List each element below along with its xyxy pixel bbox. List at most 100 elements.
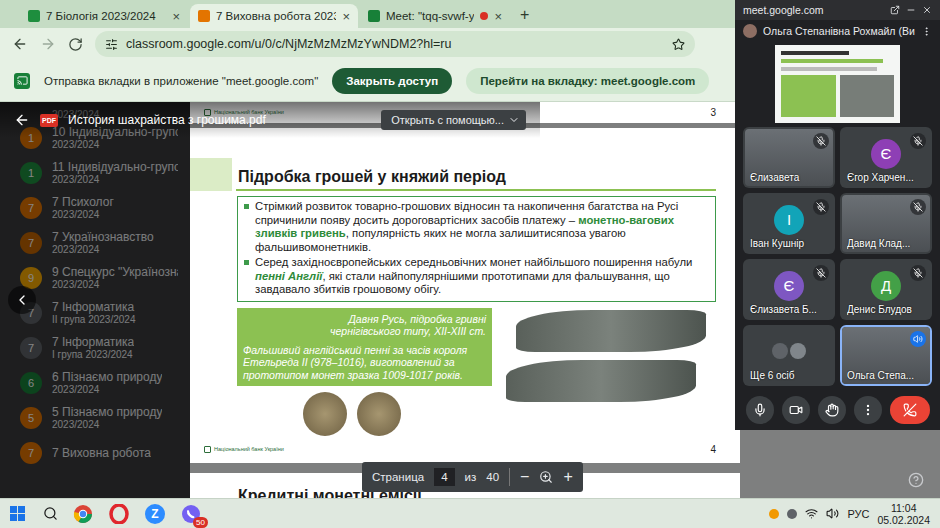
language-indicator[interactable]: РУС: [847, 508, 869, 520]
opera-icon: [109, 504, 129, 524]
mic-button[interactable]: [746, 396, 774, 424]
reload-icon[interactable]: [68, 37, 83, 52]
bank-logo: Національний банк України: [204, 446, 284, 453]
start-button[interactable]: [10, 506, 25, 521]
tray-app-icon[interactable]: [769, 509, 779, 519]
participant-tile[interactable]: Єлизавета: [743, 127, 835, 188]
tray-app-icon[interactable]: [787, 509, 797, 519]
more-icon[interactable]: [921, 26, 932, 37]
participant-name: Денис Блудов: [847, 304, 926, 315]
participant-tile[interactable]: Давид Клад...: [840, 193, 932, 254]
browser-tab[interactable]: Meet: "tqq-svwf-yak"×: [360, 4, 510, 28]
mic-off-icon: [816, 136, 826, 146]
tab-favicon-icon: [28, 10, 40, 22]
infobar-button[interactable]: Закрыть доступ: [332, 68, 452, 94]
zoom-out-button[interactable]: −: [520, 469, 529, 485]
participant-tile[interactable]: ЄЄлизавета Б...: [743, 259, 835, 320]
zoom-in-button[interactable]: +: [563, 469, 572, 485]
participant-tile[interactable]: ІІван Кушнір: [743, 193, 835, 254]
dropdown-icon: [508, 114, 520, 126]
opera-app[interactable]: [108, 503, 130, 525]
page-input[interactable]: 4: [434, 468, 454, 486]
zoom-icon: [539, 470, 553, 484]
close-icon[interactable]: [922, 5, 932, 15]
muted-badge: [813, 133, 829, 149]
pdf-page: Підробка грошей у княжий період Стрімкий …: [190, 128, 740, 463]
address-bar[interactable]: classroom.google.com/u/0/c/NjMzMzMzMzYwN…: [95, 31, 695, 57]
tab-close-button[interactable]: ×: [172, 9, 180, 24]
chrome-icon: [73, 504, 93, 524]
browser-tab[interactable]: 7 Виховна робота 2023/20×: [190, 4, 358, 28]
speaking-badge: [910, 331, 926, 347]
participant-name: Давид Клад...: [847, 238, 926, 249]
help-icon: [908, 472, 924, 488]
muted-badge: [813, 265, 829, 281]
presenter-row: Ольга Степанівна Рохмайл (Ви (п...: [735, 20, 940, 42]
grivna-photo: [502, 308, 716, 437]
search-icon[interactable]: [43, 506, 58, 521]
tab-favicon-icon: [368, 10, 380, 22]
back-to-tab-icon[interactable]: [890, 5, 900, 15]
clock[interactable]: 11:0405.02.2024: [877, 502, 930, 526]
bullet: Стрімкий розвиток товарно-грошових відно…: [244, 200, 709, 254]
end-button[interactable]: [890, 396, 930, 424]
bullet-icon: [244, 204, 249, 209]
more-button[interactable]: [854, 396, 882, 424]
pdf-file-icon: PDF: [40, 114, 58, 127]
more-avatars: [772, 343, 806, 359]
page-number: 3: [710, 107, 716, 118]
infobar-text: Отправка вкладки в приложение "meet.goog…: [44, 75, 318, 87]
end-call-icon: [903, 403, 917, 417]
pdf-title: История шахрайства з грошима.pdf: [68, 113, 371, 127]
forward-icon[interactable]: [40, 36, 56, 52]
participant-avatar: Д: [871, 271, 901, 301]
site-info-icon[interactable]: [105, 38, 118, 51]
speaking-icon: [913, 334, 923, 344]
muted-badge: [910, 199, 926, 215]
new-tab-button[interactable]: +: [512, 6, 537, 28]
minimize-icon[interactable]: [906, 5, 916, 15]
infobar-button[interactable]: Перейти на вкладку: meet.google.com: [466, 68, 709, 94]
page-controls: Страница4из40−+: [362, 462, 583, 492]
page-number: 4: [710, 444, 716, 455]
camera-button[interactable]: [782, 396, 810, 424]
browser-tab[interactable]: 7 Біологія 2023/2024×: [20, 4, 188, 28]
notification-badge: 50: [193, 517, 208, 528]
mic-off-icon: [816, 202, 826, 212]
participant-tile[interactable]: ЄЄгор Харчен...: [840, 127, 932, 188]
participant-grid: Єлизавета ЄЄгор Харчен...ІІван Кушнір Дави…: [735, 127, 940, 386]
wifi-icon[interactable]: [805, 507, 818, 520]
help-button[interactable]: [908, 472, 924, 488]
muted-badge: [813, 199, 829, 215]
participant-tile[interactable]: Ольга Степа...: [840, 325, 932, 386]
screen: 7 Біологія 2023/2024×7 Виховна робота 20…: [0, 0, 940, 528]
participant-tile[interactable]: Д Денис Блудов: [840, 259, 932, 320]
tab-close-button[interactable]: ×: [494, 9, 502, 24]
more-icon: [861, 403, 875, 417]
title-band: [190, 158, 232, 191]
zoom-icon: Z: [145, 504, 165, 524]
participant-name: Єлизавета: [750, 172, 829, 183]
participant-tile[interactable]: Ще 6 осіб: [743, 325, 835, 386]
tab-close-button[interactable]: ×: [342, 9, 350, 24]
zoom-app[interactable]: Z: [144, 503, 166, 525]
previous-file-button[interactable]: [8, 286, 36, 314]
participant-name: Єгор Харчен...: [847, 172, 926, 183]
slide-title: Підробка грошей у княжий період: [236, 158, 716, 191]
muted-badge: [910, 265, 926, 281]
chrome-app[interactable]: [72, 503, 94, 525]
mic-icon: [753, 403, 767, 417]
system-tray: РУС 11:0405.02.2024: [769, 502, 930, 526]
bookmark-icon[interactable]: [672, 38, 685, 51]
participant-name: Ще 6 осіб: [750, 370, 829, 381]
viber-app[interactable]: 50: [180, 503, 202, 525]
chevron-left-icon: [14, 292, 30, 308]
volume-icon[interactable]: [826, 507, 839, 520]
taskbar: Z 50 РУС 11:0405.02.2024: [0, 498, 940, 528]
back-icon[interactable]: [12, 36, 28, 52]
hand-button[interactable]: [818, 396, 846, 424]
open-with-button[interactable]: Открыть с помощью...: [381, 110, 526, 130]
pdf-header: PDF История шахрайства з грошима.pdf Откры…: [0, 102, 540, 138]
close-viewer-icon[interactable]: [14, 112, 30, 128]
participant-name: Іван Кушнір: [750, 238, 829, 249]
